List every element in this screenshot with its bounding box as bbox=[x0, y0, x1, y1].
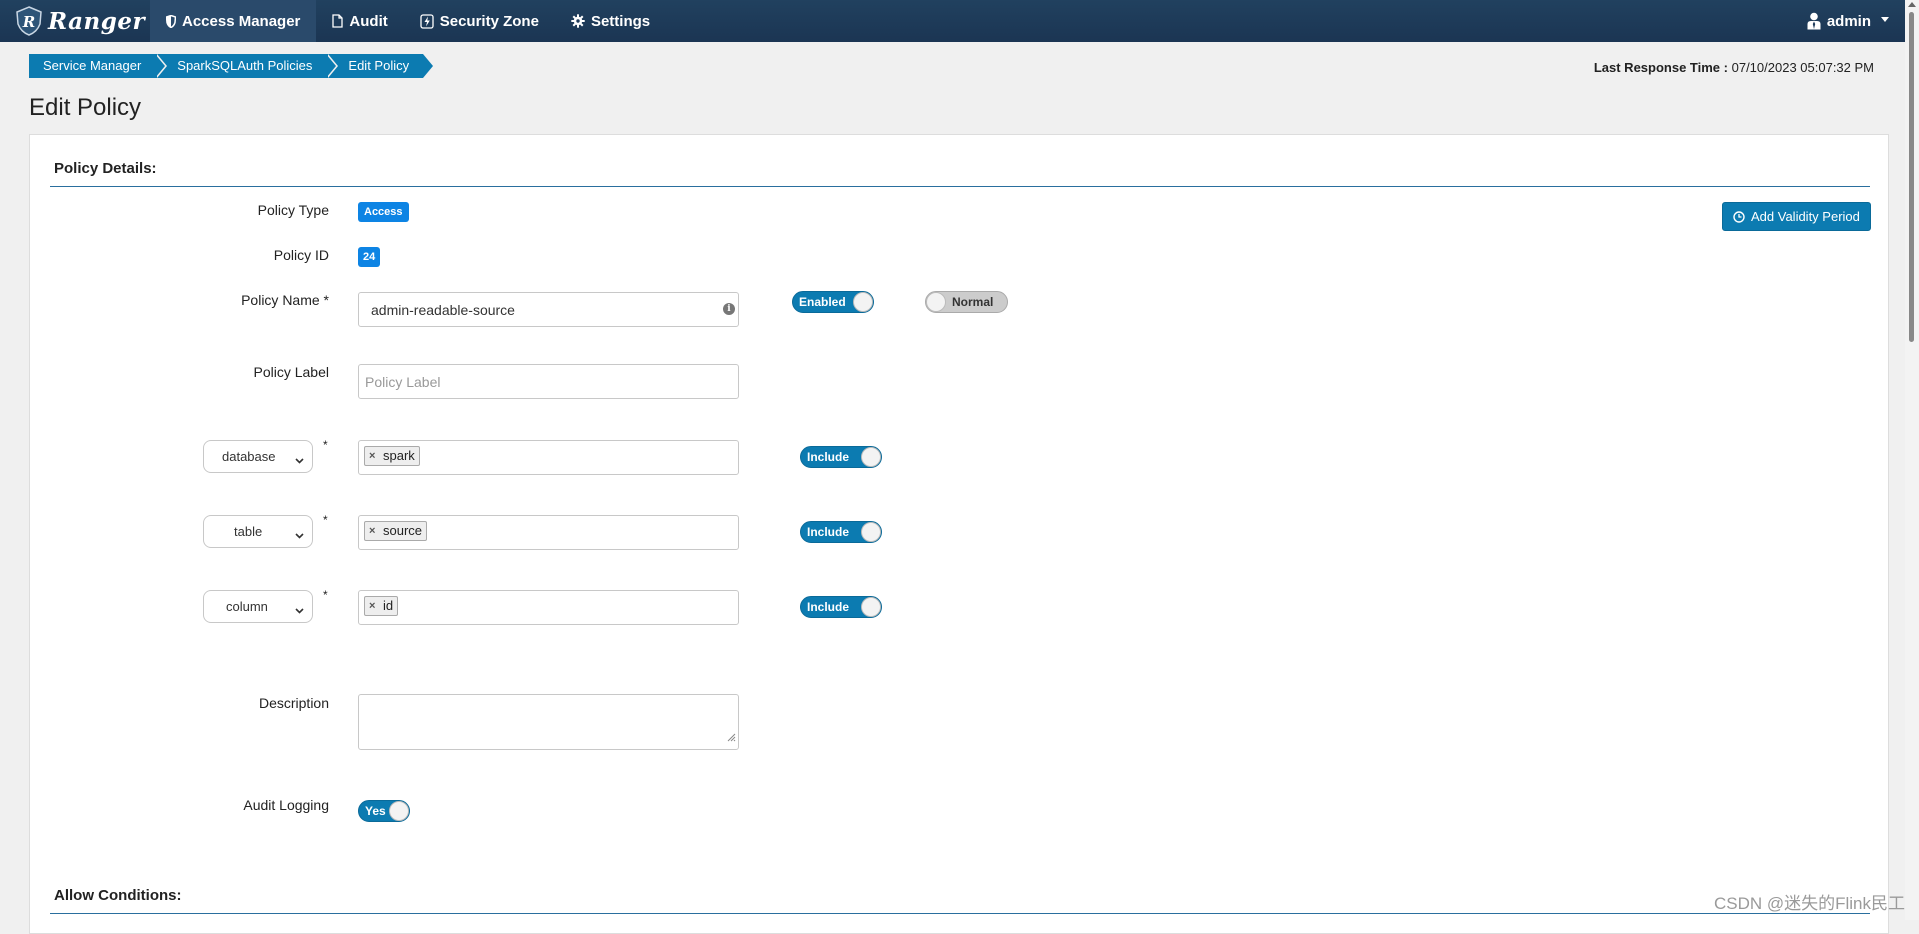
nav-access-manager[interactable]: Access Manager bbox=[150, 0, 317, 42]
toggle-label: Yes bbox=[365, 804, 386, 818]
scroll-up-icon[interactable] bbox=[1908, 2, 1916, 7]
policy-id-badge: 24 bbox=[358, 247, 381, 267]
toggle-label: Include bbox=[807, 600, 850, 614]
description-label: Description bbox=[258, 695, 329, 711]
resource-type-select-table[interactable]: table bbox=[203, 515, 313, 548]
policy-name-label: Policy Name * bbox=[241, 292, 329, 308]
toggle-knob bbox=[861, 447, 881, 467]
svg-text:R: R bbox=[22, 13, 35, 31]
required-mark: * bbox=[323, 513, 328, 527]
toggle-label: Enabled bbox=[799, 295, 846, 309]
info-icon[interactable]: i bbox=[723, 303, 735, 315]
audit-logging-toggle[interactable]: Yes bbox=[358, 800, 410, 822]
user-menu[interactable]: admin bbox=[1807, 0, 1889, 42]
policy-form-panel: Policy Details: Policy Type Access Add V… bbox=[29, 134, 1889, 934]
column-tags-input[interactable]: × id bbox=[358, 590, 739, 625]
add-validity-period-button[interactable]: Add Validity Period bbox=[1722, 202, 1871, 231]
resource-type-select-column[interactable]: column bbox=[203, 590, 313, 623]
toggle-label: Normal bbox=[952, 295, 994, 309]
table-include-toggle[interactable]: Include bbox=[800, 521, 882, 543]
nav-label: Security Zone bbox=[439, 12, 539, 30]
policy-id-label: Policy ID bbox=[273, 247, 329, 263]
top-navbar: R Ranger Access Manager Audit Security Z… bbox=[0, 0, 1919, 42]
breadcrumb: Service Manager SparkSQLAuth Policies Ed… bbox=[29, 54, 435, 78]
tag-label: id bbox=[383, 598, 394, 613]
table-tags-input[interactable]: × source bbox=[358, 515, 739, 550]
toggle-knob bbox=[389, 801, 409, 821]
select-value: database bbox=[222, 449, 276, 464]
brand-name: Ranger bbox=[48, 7, 146, 35]
bolt-icon bbox=[420, 13, 434, 29]
add-validity-label: Add Validity Period bbox=[1751, 209, 1860, 224]
gear-icon bbox=[571, 14, 585, 28]
policy-name-input[interactable]: admin-readable-source i bbox=[358, 292, 739, 327]
required-mark: * bbox=[323, 588, 328, 602]
page-title: Edit Policy bbox=[29, 94, 142, 121]
policy-details-title: Policy Details: bbox=[54, 160, 157, 177]
toggle-knob bbox=[853, 292, 873, 312]
toggle-knob bbox=[861, 597, 881, 617]
page-scrollbar[interactable] bbox=[1905, 0, 1919, 920]
column-include-toggle[interactable]: Include bbox=[800, 596, 882, 618]
section-divider bbox=[50, 913, 1870, 914]
brand[interactable]: R Ranger bbox=[0, 0, 150, 42]
remove-tag-icon[interactable]: × bbox=[369, 447, 375, 465]
tag-spark: × spark bbox=[364, 446, 420, 466]
toggle-knob bbox=[861, 522, 881, 542]
tag-id: × id bbox=[364, 596, 399, 616]
last-response-time: Last Response Time : 07/10/2023 05:07:32… bbox=[1594, 60, 1874, 75]
clock-icon bbox=[1733, 210, 1745, 223]
toggle-label: Include bbox=[807, 525, 850, 539]
policy-name-value: admin-readable-source bbox=[371, 301, 515, 318]
policy-label-label: Policy Label bbox=[253, 364, 330, 380]
policy-priority-toggle[interactable]: Normal bbox=[925, 291, 1008, 313]
required-mark: * bbox=[323, 438, 328, 452]
toggle-knob bbox=[926, 292, 946, 312]
audit-logging-label: Audit Logging bbox=[243, 797, 329, 813]
chevron-down-icon bbox=[295, 452, 304, 467]
file-icon bbox=[332, 14, 344, 28]
toggle-label: Include bbox=[807, 450, 850, 464]
nav-label: Settings bbox=[590, 12, 651, 30]
chevron-down-icon bbox=[295, 527, 304, 542]
database-include-toggle[interactable]: Include bbox=[800, 446, 882, 468]
ranger-logo-icon: R bbox=[14, 5, 44, 37]
breadcrumb-edit-policy: Edit Policy bbox=[326, 54, 435, 78]
policy-type-badge: Access bbox=[358, 202, 409, 222]
nav-security-zone[interactable]: Security Zone bbox=[404, 0, 555, 42]
nav-label: Audit bbox=[349, 12, 388, 30]
last-response-value: 07/10/2023 05:07:32 PM bbox=[1731, 60, 1874, 75]
nav-audit[interactable]: Audit bbox=[316, 0, 403, 42]
scrollbar-thumb[interactable] bbox=[1909, 12, 1914, 342]
chevron-down-icon bbox=[295, 602, 304, 617]
resize-grip-icon[interactable] bbox=[727, 729, 736, 747]
policy-type-label: Policy Type bbox=[257, 202, 329, 218]
select-value: table bbox=[234, 524, 263, 539]
watermark: CSDN @迷失的Flink民工 bbox=[1713, 894, 1905, 913]
breadcrumb-service-manager[interactable]: Service Manager bbox=[29, 54, 168, 78]
description-textarea[interactable] bbox=[358, 694, 739, 750]
chevron-down-icon bbox=[1881, 16, 1889, 22]
user-icon bbox=[1807, 12, 1821, 30]
last-response-label: Last Response Time : bbox=[1593, 60, 1728, 75]
tag-source: × source bbox=[364, 521, 428, 541]
remove-tag-icon[interactable]: × bbox=[369, 597, 375, 615]
nav-settings[interactable]: Settings bbox=[555, 0, 666, 42]
resource-type-select-database[interactable]: database bbox=[203, 440, 313, 473]
database-tags-input[interactable]: × spark bbox=[358, 440, 739, 475]
nav-label: Access Manager bbox=[182, 12, 301, 30]
policy-enabled-toggle[interactable]: Enabled bbox=[792, 291, 874, 313]
section-divider bbox=[50, 186, 1870, 187]
allow-conditions-title: Allow Conditions: bbox=[54, 887, 182, 904]
tag-label: spark bbox=[383, 448, 415, 463]
remove-tag-icon[interactable]: × bbox=[369, 522, 375, 540]
select-value: column bbox=[226, 599, 268, 614]
policy-label-placeholder: Policy Label bbox=[365, 373, 441, 390]
policy-label-input[interactable]: Policy Label bbox=[358, 364, 739, 399]
breadcrumb-policies[interactable]: SparkSQLAuth Policies bbox=[155, 54, 339, 78]
user-name: admin bbox=[1826, 12, 1871, 30]
shield-icon bbox=[166, 14, 176, 28]
tag-label: source bbox=[383, 523, 423, 538]
